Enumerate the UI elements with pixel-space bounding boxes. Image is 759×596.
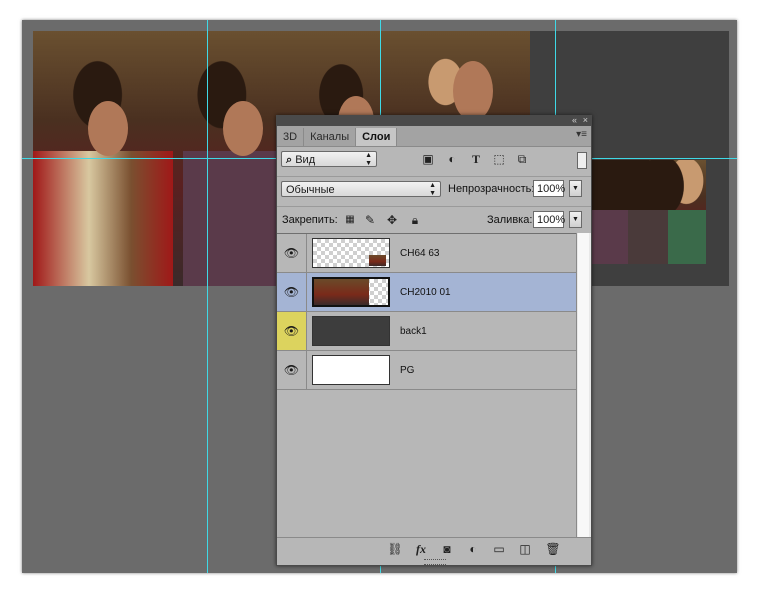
link-icon[interactable]: ⛓︎ [387, 542, 403, 556]
select-arrows-icon: ▲ ▼ [429, 182, 436, 197]
layer-thumbnail [312, 355, 390, 385]
lock-pixels-icon[interactable]: ✎ [363, 213, 377, 227]
eye-icon[interactable]: 👁︎ [277, 234, 307, 272]
fill-label: Заливка: [487, 214, 533, 226]
opacity-label: Непрозрачность: [448, 183, 535, 195]
blend-mode-select[interactable]: Обычные ▲ ▼ [281, 181, 441, 197]
layer-name[interactable]: PG [400, 365, 414, 376]
new-layer-icon[interactable]: ◫ [517, 542, 533, 556]
filter-toggle[interactable] [577, 152, 587, 169]
scrollbar-thumb[interactable] [578, 233, 589, 538]
layers-panel: « × 3D Каналы Слои ▾≡ ⌕ Вид ▲ ▼ ▣ ◐ T ⬚ ⧉… [276, 115, 592, 566]
small-photo [590, 160, 706, 264]
fx-icon[interactable]: fx [413, 542, 429, 557]
layers-list: 👁︎ CH64 63 👁︎ CH2010 01 👁︎ back1 👁︎ PG [277, 233, 577, 539]
layer-row[interactable]: 👁︎ back1 [277, 312, 577, 351]
select-arrows-icon: ▲ ▼ [365, 152, 372, 167]
search-icon: ⌕ [286, 154, 296, 166]
smart-object-filter-icon[interactable]: ⧉ [515, 152, 529, 166]
tab-3d[interactable]: 3D [277, 128, 305, 146]
collapse-icon[interactable]: « [572, 115, 577, 125]
tab-channels[interactable]: Каналы [304, 128, 357, 146]
panel-footer: ⛓︎ fx ◙ ◐ ▭ ◫ 🗑︎ [277, 537, 591, 565]
lock-position-icon[interactable]: ✥ [385, 213, 399, 227]
filter-label: Вид [295, 154, 316, 166]
layer-name[interactable]: CH64 63 [400, 248, 439, 259]
guide-vertical[interactable] [207, 20, 208, 573]
tab-layers[interactable]: Слои [356, 128, 398, 146]
shape-filter-icon[interactable]: ⬚ [492, 152, 506, 166]
layer-row[interactable]: 👁︎ PG [277, 351, 577, 390]
blend-mode-value: Обычные [286, 184, 335, 196]
eye-icon[interactable]: 👁︎ [277, 312, 307, 350]
fill-dropdown[interactable]: ▼ [569, 211, 582, 228]
type-filter-icon[interactable]: T [469, 152, 483, 166]
eye-icon[interactable]: 👁︎ [277, 351, 307, 389]
opacity-input[interactable]: 100% [533, 180, 565, 197]
panel-menu-icon[interactable]: ▾≡ [576, 129, 587, 140]
lock-all-icon[interactable]: 🔒︎ [408, 213, 422, 227]
layer-name[interactable]: CH2010 01 [400, 287, 451, 298]
layer-row[interactable]: 👁︎ CH64 63 [277, 234, 577, 273]
close-icon[interactable]: × [583, 115, 588, 125]
trash-icon[interactable]: 🗑︎ [545, 542, 561, 556]
layer-name[interactable]: back1 [400, 326, 427, 337]
layer-row[interactable]: 👁︎ CH2010 01 [277, 273, 577, 312]
adjustment-icon[interactable]: ◐ [465, 542, 481, 556]
resize-grip[interactable] [424, 559, 446, 565]
pixel-filter-icon[interactable]: ▣ [421, 152, 435, 166]
mask-icon[interactable]: ◙ [439, 542, 455, 556]
layer-thumbnail [312, 316, 390, 346]
layer-thumbnail [312, 277, 390, 307]
lock-transparent-icon[interactable]: ▦ [343, 213, 357, 227]
lock-label: Закрепить: [282, 214, 338, 226]
fill-input[interactable]: 100% [533, 211, 565, 228]
layers-scrollbar[interactable] [576, 233, 591, 538]
panel-titlebar[interactable]: « × [277, 115, 591, 126]
adjustment-filter-icon[interactable]: ◐ [445, 152, 459, 166]
filter-select[interactable]: ⌕ Вид ▲ ▼ [281, 151, 377, 167]
folder-icon[interactable]: ▭ [491, 542, 507, 556]
panel-tabs: 3D Каналы Слои ▾≡ [277, 126, 591, 147]
eye-icon[interactable]: 👁︎ [277, 273, 307, 311]
opacity-dropdown[interactable]: ▼ [569, 180, 582, 197]
layer-thumbnail [312, 238, 390, 268]
